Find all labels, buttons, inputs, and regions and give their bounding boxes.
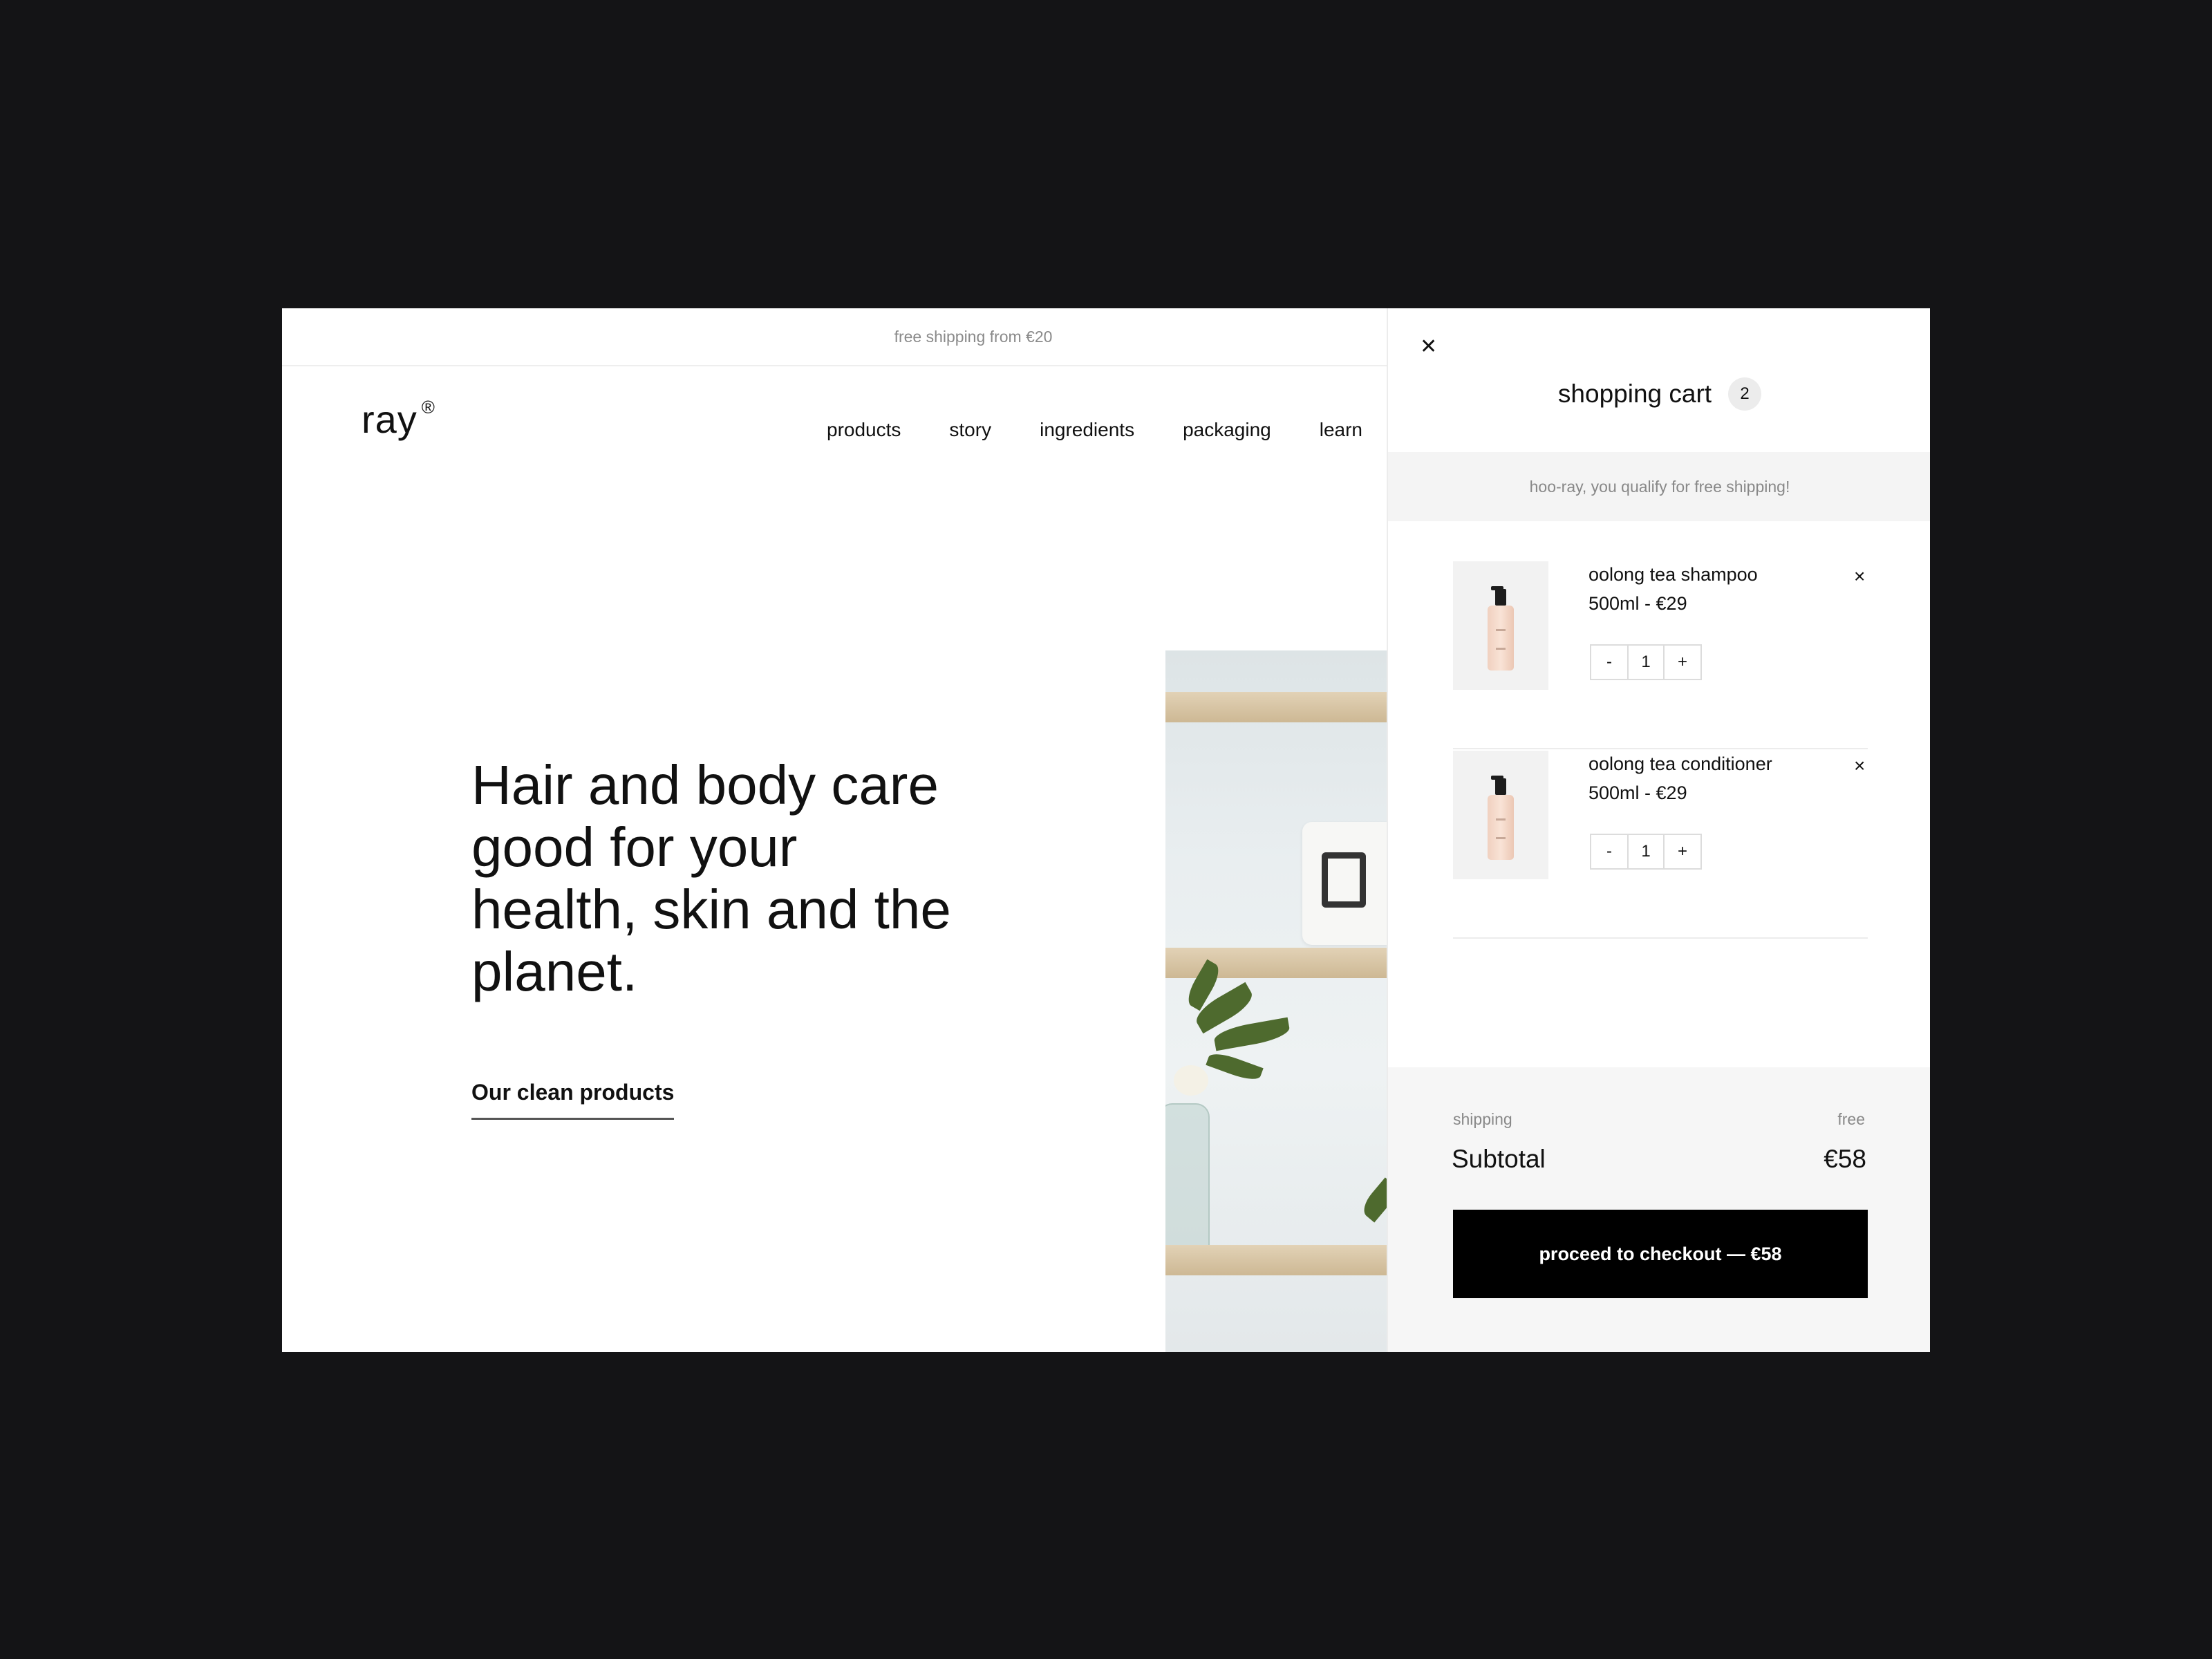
subtotal-value: €58 bbox=[1824, 1145, 1866, 1173]
close-icon[interactable]: ✕ bbox=[1420, 335, 1437, 359]
bottle-image bbox=[1488, 586, 1514, 671]
hero-title: Hair and body care good for your health,… bbox=[471, 754, 951, 1002]
product-name[interactable]: oolong tea conditioner bbox=[1588, 753, 1772, 775]
leaf bbox=[1206, 1049, 1264, 1084]
shelf bbox=[1165, 1245, 1388, 1275]
flower bbox=[1174, 1065, 1208, 1096]
cart-title: shopping cart bbox=[1557, 379, 1712, 408]
subtotal-row: Subtotal €58 bbox=[1452, 1145, 1866, 1174]
nav-item-learn[interactable]: learn bbox=[1320, 419, 1362, 441]
cart-item: oolong tea conditioner 500ml - €29 × - 1… bbox=[1453, 751, 1868, 939]
leaf bbox=[1358, 1177, 1388, 1223]
product-name[interactable]: oolong tea shampoo bbox=[1588, 564, 1758, 585]
quantity-stepper: - 1 + bbox=[1590, 834, 1702, 870]
shipping-value: free bbox=[1837, 1110, 1865, 1128]
cart-summary: shipping free Subtotal €58 proceed to ch… bbox=[1388, 1067, 1930, 1352]
hero-cta-link[interactable]: Our clean products bbox=[471, 1080, 675, 1120]
leaf bbox=[1212, 1017, 1291, 1051]
quantity-value[interactable]: 1 bbox=[1627, 646, 1665, 679]
quantity-value[interactable]: 1 bbox=[1627, 835, 1665, 868]
nav-item-products[interactable]: products bbox=[827, 419, 901, 441]
promo-text: free shipping from €20 bbox=[894, 327, 1053, 346]
cart-header: shopping cart 2 bbox=[1388, 377, 1930, 411]
clock-digit bbox=[1322, 852, 1366, 908]
cart-drawer: ✕ shopping cart 2 hoo-ray, you qualify f… bbox=[1387, 308, 1930, 1352]
bottle-image bbox=[1488, 776, 1514, 860]
checkout-button[interactable]: proceed to checkout — €58 bbox=[1453, 1210, 1868, 1298]
decrease-qty-button[interactable]: - bbox=[1591, 835, 1627, 868]
hero-photo bbox=[1165, 650, 1388, 1352]
free-shipping-message: hoo-ray, you qualify for free shipping! bbox=[1529, 477, 1790, 496]
glass-vase bbox=[1165, 1103, 1210, 1258]
product-thumbnail[interactable] bbox=[1453, 561, 1548, 690]
product-price: 500ml - €29 bbox=[1588, 593, 1687, 614]
brand-name: ray bbox=[362, 397, 418, 441]
product-price: 500ml - €29 bbox=[1588, 782, 1687, 803]
brand-logo[interactable]: ray ® bbox=[362, 397, 435, 442]
remove-item-icon[interactable]: × bbox=[1854, 755, 1865, 777]
nav-item-story[interactable]: story bbox=[949, 419, 991, 441]
shipping-label: shipping bbox=[1453, 1110, 1512, 1128]
nav-item-packaging[interactable]: packaging bbox=[1183, 419, 1271, 441]
browser-window: free shipping from €20 ray ® products sto… bbox=[282, 308, 1930, 1352]
quantity-stepper: - 1 + bbox=[1590, 644, 1702, 680]
remove-item-icon[interactable]: × bbox=[1854, 565, 1865, 588]
shelf bbox=[1165, 692, 1388, 722]
increase-qty-button[interactable]: + bbox=[1665, 835, 1700, 868]
free-shipping-banner: hoo-ray, you qualify for free shipping! bbox=[1388, 452, 1930, 521]
decrease-qty-button[interactable]: - bbox=[1591, 646, 1627, 679]
clock-decor bbox=[1302, 822, 1388, 945]
subtotal-label: Subtotal bbox=[1452, 1145, 1546, 1173]
cart-count-badge: 2 bbox=[1728, 377, 1762, 411]
increase-qty-button[interactable]: + bbox=[1665, 646, 1700, 679]
product-thumbnail[interactable] bbox=[1453, 751, 1548, 879]
cart-item: oolong tea shampoo 500ml - €29 × - 1 + bbox=[1453, 561, 1868, 749]
nav-item-ingredients[interactable]: ingredients bbox=[1040, 419, 1134, 441]
registered-mark: ® bbox=[421, 397, 435, 418]
shipping-row: shipping free bbox=[1453, 1110, 1865, 1129]
main-nav: products story ingredients packaging lea… bbox=[827, 419, 1362, 441]
